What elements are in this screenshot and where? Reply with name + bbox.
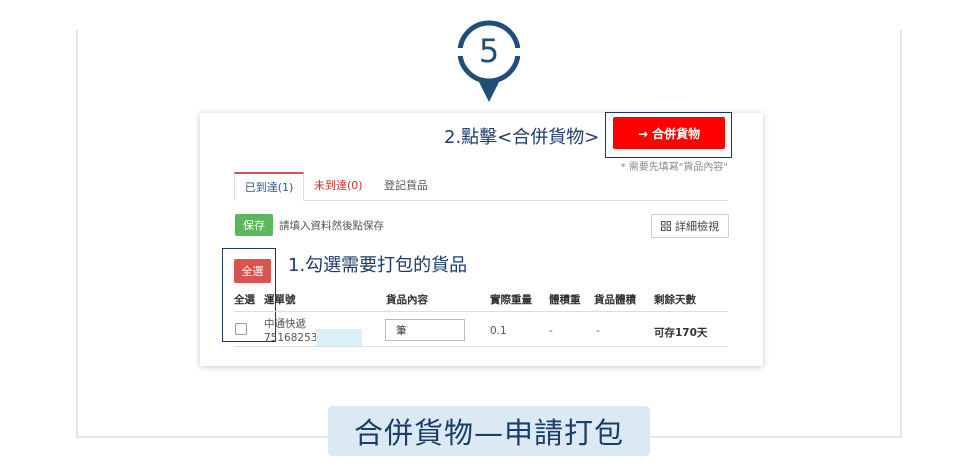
goods-content-input[interactable]: 筆 <box>385 319 465 341</box>
tab-register-goods[interactable]: 登記貨品 <box>384 172 428 200</box>
save-hint: 請填入資料然後點保存 <box>279 220 384 232</box>
save-button[interactable]: 保存 <box>235 214 273 236</box>
row-days-left: 可存170天 <box>654 327 708 339</box>
annotation-merge: 2.點擊<合併貨物> <box>444 127 600 148</box>
detail-view-label: 詳細檢視 <box>675 220 719 233</box>
header-select-all[interactable]: 全選 <box>234 292 255 307</box>
header-volume-weight: 體積重 <box>549 294 581 306</box>
table-row-divider <box>234 346 728 347</box>
header-actual-weight: 實際重量 <box>490 294 532 306</box>
table-header-divider <box>234 311 728 312</box>
row-tracking-number: 75168253 <box>264 332 318 344</box>
select-all-button[interactable]: 全選 <box>234 259 271 283</box>
header-content: 貨品內容 <box>386 294 428 306</box>
header-volume: 貨品體積 <box>594 294 636 306</box>
row-checkbox[interactable] <box>235 323 247 335</box>
tracking-redaction <box>316 329 362 347</box>
detail-view-button[interactable]: 詳細檢視 <box>651 214 729 238</box>
merge-note: * 需要先填寫"貨品內容" <box>620 162 728 173</box>
tab-bar: 已到達(1) 未到達(0) 登記貨品 <box>234 172 728 201</box>
caption-text: 合併貨物—申請打包 <box>353 416 624 450</box>
step-number: 5 <box>478 32 500 70</box>
grid-icon <box>661 221 671 231</box>
frame-right-border <box>900 30 902 438</box>
header-tracking: 運單號 <box>264 294 296 306</box>
row-volume: - <box>596 325 600 337</box>
merge-goods-button[interactable]: → 合併貨物 <box>613 117 725 149</box>
row-carrier: 中通快遞 <box>264 318 306 330</box>
tab-arrived[interactable]: 已到達(1) <box>234 172 304 201</box>
frame-left-border <box>76 30 78 438</box>
annotation-select: 1.勾選需要打包的貨品 <box>288 255 468 276</box>
step-badge: 5 <box>455 18 523 102</box>
row-actual-weight: 0.1 <box>490 325 507 337</box>
tab-not-arrived[interactable]: 未到達(0) <box>314 172 363 200</box>
caption-banner: 合併貨物—申請打包 <box>328 406 650 456</box>
header-days-left: 剩餘天數 <box>654 294 696 306</box>
row-volume-weight: - <box>549 325 553 337</box>
